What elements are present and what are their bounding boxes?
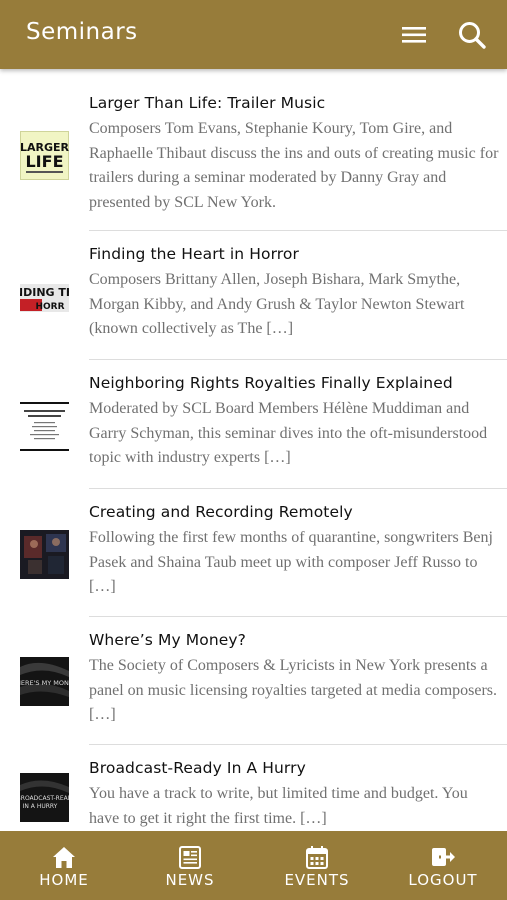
seminar-title[interactable]: Creating and Recording Remotely: [89, 503, 499, 521]
seminar-thumbnail[interactable]: LARGER LIFE: [20, 131, 69, 180]
nav-events[interactable]: EVENTS: [267, 831, 367, 900]
list-item[interactable]: Where’s My Money? HERE'S MY MONE The Soc…: [0, 617, 507, 745]
svg-text:LIFE: LIFE: [25, 152, 63, 171]
seminar-excerpt: You have a track to write, but limited t…: [89, 785, 468, 827]
seminar-title[interactable]: Where’s My Money?: [89, 631, 499, 649]
seminar-title[interactable]: Neighboring Rights Royalties Finally Exp…: [89, 374, 499, 392]
nav-label: NEWS: [165, 871, 215, 889]
seminar-excerpt: Moderated by SCL Board Members Hélène Mu…: [89, 400, 488, 466]
nav-label: EVENTS: [284, 871, 350, 889]
seminar-title[interactable]: Broadcast-Ready In A Hurry: [89, 759, 499, 777]
hamburger-menu-icon[interactable]: [398, 20, 430, 50]
list-item[interactable]: Larger Than Life: Trailer Music LARGER L…: [0, 69, 507, 230]
list-item[interactable]: Creating and Recording Remotely Followin…: [0, 489, 507, 617]
svg-text:IN A HURRY: IN A HURRY: [23, 803, 58, 810]
svg-text:HORR: HORR: [35, 302, 64, 312]
home-icon: [51, 844, 77, 870]
nav-label: HOME: [39, 871, 89, 889]
list-item[interactable]: Finding the Heart in Horror NDING TH HOR…: [0, 231, 507, 359]
seminar-title[interactable]: Finding the Heart in Horror: [89, 245, 499, 263]
newspaper-icon: [177, 844, 203, 870]
seminar-list: Larger Than Life: Trailer Music LARGER L…: [0, 69, 507, 831]
seminar-excerpt: Composers Brittany Allen, Joseph Bishara…: [89, 271, 465, 337]
nav-news[interactable]: NEWS: [140, 831, 240, 900]
seminar-thumbnail[interactable]: NDING TH HORR: [20, 274, 69, 323]
seminar-thumbnail[interactable]: [20, 402, 69, 451]
nav-label: LOGOUT: [408, 871, 478, 889]
logout-icon: [430, 844, 456, 870]
app-header: Seminars: [0, 0, 507, 69]
seminar-excerpt: Composers Tom Evans, Stephanie Koury, To…: [89, 120, 499, 211]
svg-text:BROADCAST-READ: BROADCAST-READ: [20, 795, 69, 802]
seminar-thumbnail[interactable]: BROADCAST-READ IN A HURRY: [20, 773, 69, 822]
page-title: Seminars: [26, 19, 138, 45]
seminar-excerpt: The Society of Composers & Lyricists in …: [89, 657, 498, 723]
seminar-title[interactable]: Larger Than Life: Trailer Music: [89, 94, 499, 112]
seminar-excerpt: Following the first few months of quaran…: [89, 529, 493, 595]
seminar-thumbnail[interactable]: [20, 530, 69, 579]
list-item[interactable]: Neighboring Rights Royalties Finally Exp…: [0, 360, 507, 488]
seminar-thumbnail[interactable]: HERE'S MY MONE: [20, 657, 69, 706]
nav-home[interactable]: HOME: [14, 831, 114, 900]
search-icon[interactable]: [455, 18, 489, 52]
nav-logout[interactable]: LOGOUT: [393, 831, 493, 900]
svg-text:HERE'S MY MONE: HERE'S MY MONE: [20, 679, 69, 687]
bottom-nav: HOME NEWS EVENTS LOGOUT: [0, 831, 507, 900]
list-item[interactable]: Broadcast-Ready In A Hurry BROADCAST-REA…: [0, 745, 507, 831]
calendar-icon: [304, 844, 330, 870]
svg-text:NDING TH: NDING TH: [20, 286, 69, 299]
